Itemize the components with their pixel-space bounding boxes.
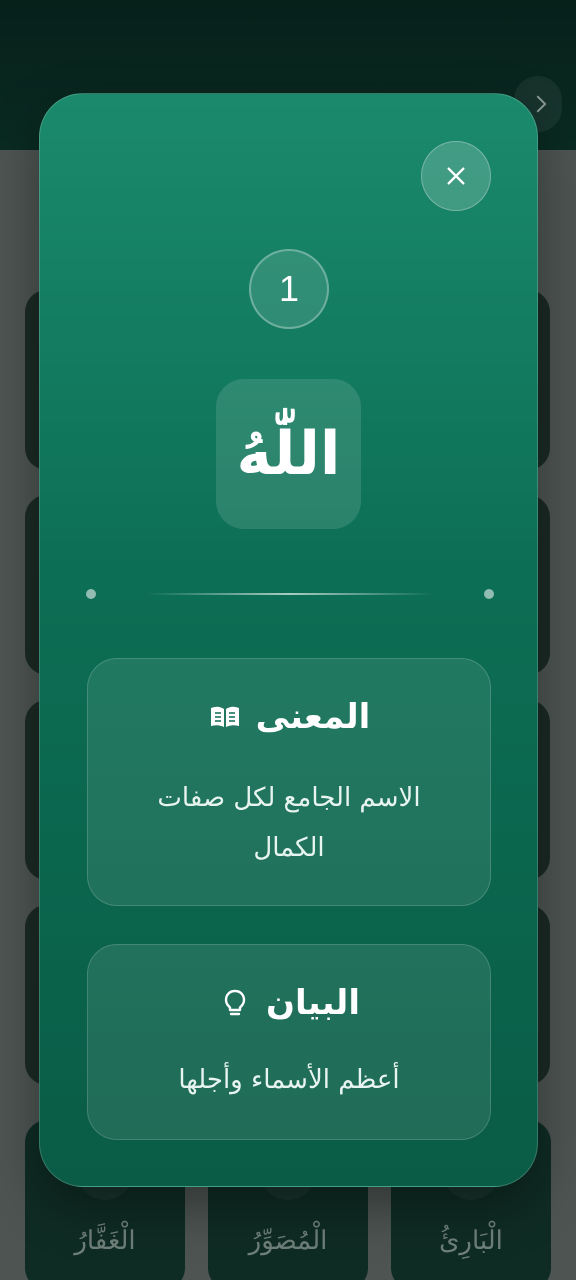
divider-line xyxy=(146,593,434,595)
close-button[interactable] xyxy=(421,141,491,211)
meaning-title: المعنى xyxy=(255,697,371,737)
explanation-header: البيان xyxy=(88,983,490,1023)
explanation-title: البيان xyxy=(266,983,360,1023)
divider-dot xyxy=(484,589,494,599)
lightbulb-icon xyxy=(218,986,252,1020)
divine-name: اللّٰهُ xyxy=(236,419,341,489)
divider-dot xyxy=(86,589,96,599)
name-card-label: الْبَارِئُ xyxy=(439,1226,503,1256)
explanation-card: البيان أعظم الأسماء وأجلها xyxy=(87,944,491,1140)
name-number-badge: 1 xyxy=(249,249,329,329)
meaning-text: الاسم الجامع لكل صفات الكمال xyxy=(157,783,421,863)
meaning-card: المعنى الاسم الجامع لكل صفات الكمال xyxy=(87,658,491,906)
meaning-header: المعنى xyxy=(88,697,490,737)
close-icon xyxy=(447,167,465,185)
ornamental-divider xyxy=(86,587,494,601)
name-display: اللّٰهُ xyxy=(216,379,361,529)
open-book-icon xyxy=(208,700,242,734)
name-card-label: الْغَفَّارُ xyxy=(74,1226,136,1256)
explanation-text: أعظم الأسماء وأجلها xyxy=(178,1065,400,1095)
name-detail-modal: 1 اللّٰهُ المعنى الاسم الجامع لكل صفات ا… xyxy=(39,93,538,1187)
name-card-label: الْمُصَوِّرُ xyxy=(248,1226,328,1256)
